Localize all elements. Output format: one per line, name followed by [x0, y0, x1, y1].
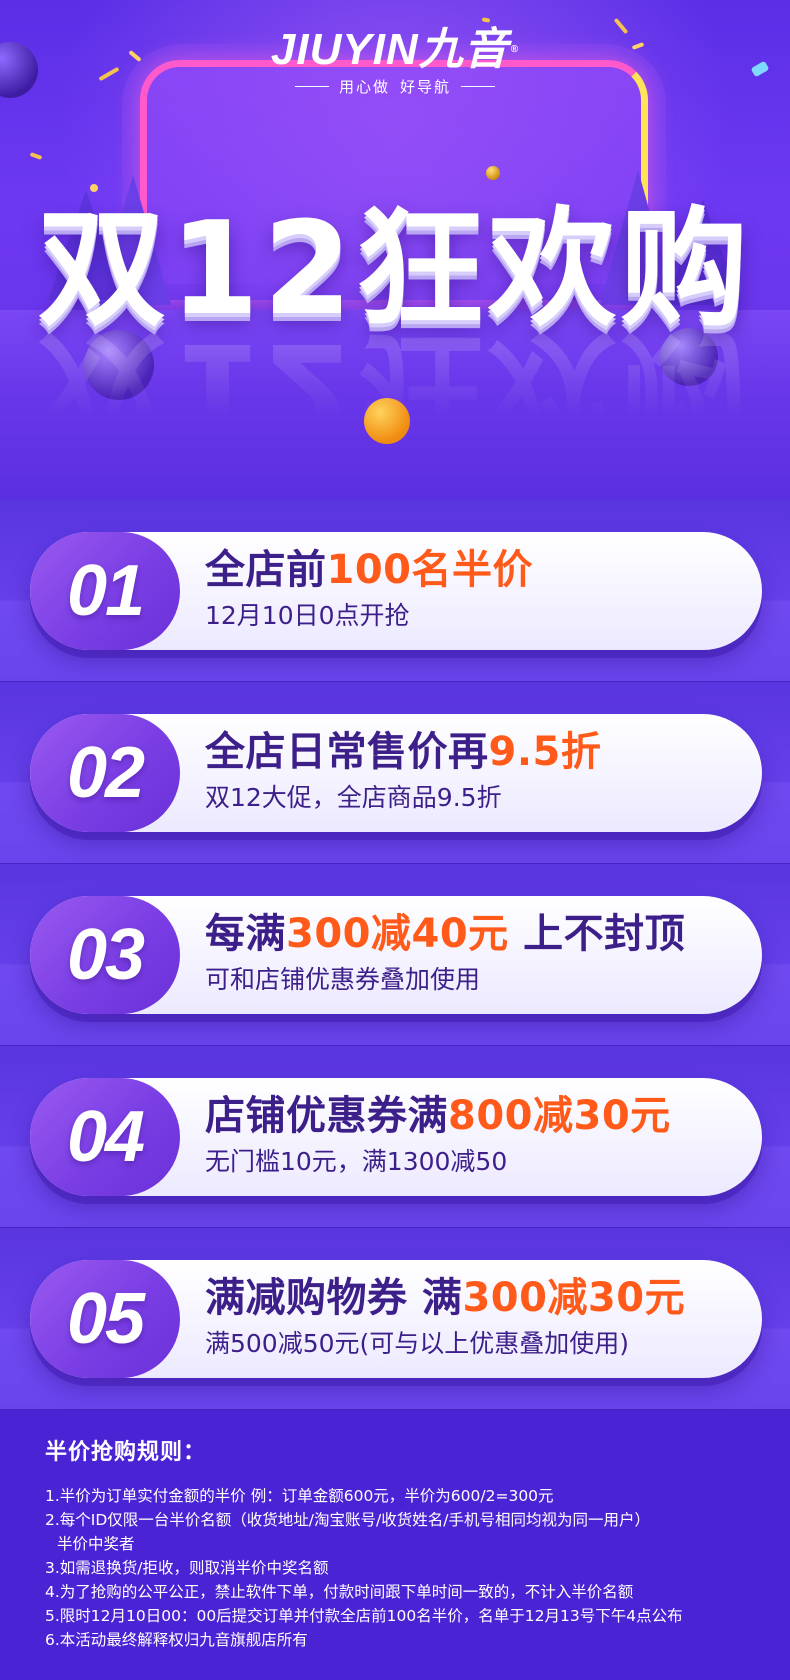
deal-band: 04 店铺优惠券满800减30元 无门槛10元，满1300减50	[0, 1046, 790, 1228]
deal-number-badge: 05	[30, 1260, 180, 1378]
deal-title-highlight: 9.5折	[488, 729, 602, 775]
rule-item: 4.为了抢购的公平公正，禁止软件下单，付款时间跟下单时间一致的，不计入半价名额	[45, 1583, 634, 1601]
decor-ball-gold	[486, 166, 500, 180]
deal-band: 03 每满300减40元 上不封顶 可和店铺优惠券叠加使用	[0, 864, 790, 1046]
brand-tagline: 用心做 好导航	[0, 76, 790, 97]
brand-logo-text: JIUYIN九音	[270, 25, 509, 74]
deal-subtitle: 双12大促，全店商品9.5折	[205, 783, 502, 812]
rule-item: 6.本活动最终解释权归九音旗舰店所有	[45, 1631, 308, 1649]
rules-section: 半价抢购规则： 1.半价为订单实付金额的半价 例：订单金额600元，半价为600…	[0, 1410, 790, 1680]
deal-title: 店铺优惠券满800减30元	[205, 1090, 671, 1142]
deal-subtitle: 可和店铺优惠券叠加使用	[205, 965, 481, 994]
deal-title-highlight: 100名半价	[326, 547, 533, 593]
rule-item: 2.每个ID仅限一台半价名额（收货地址/淘宝账号/收货姓名/手机号相同均视为同一…	[45, 1511, 650, 1529]
deal-title: 满减购物券 满300减30元	[205, 1272, 685, 1324]
deal-title: 每满300减40元 上不封顶	[205, 908, 685, 960]
rule-item: 5.限时12月10日00：00后提交订单并付款全店前100名半价，名单于12月1…	[45, 1607, 683, 1625]
deal-title: 全店前100名半价	[205, 544, 533, 596]
deal-band: 02 全店日常售价再9.5折 双12大促，全店商品9.5折	[0, 682, 790, 864]
deal-card-05[interactable]: 05 满减购物券 满300减30元 满500减50元(可与以上优惠叠加使用)	[30, 1260, 762, 1378]
deal-subtitle: 满500减50元(可与以上优惠叠加使用)	[205, 1329, 630, 1358]
tagline-right: 好导航	[400, 78, 452, 96]
tagline-left: 用心做	[338, 78, 390, 96]
rules-title: 半价抢购规则：	[45, 1440, 207, 1465]
deal-number-badge: 04	[30, 1078, 180, 1196]
deal-title-main: 全店前	[205, 547, 327, 593]
deal-title-highlight: 300减40元	[286, 911, 509, 957]
registered-mark: ®	[510, 44, 520, 55]
rule-item-continuation: 半价中奖者	[57, 1535, 135, 1553]
deal-card-03[interactable]: 03 每满300减40元 上不封顶 可和店铺优惠券叠加使用	[30, 896, 762, 1014]
deal-card-01[interactable]: 01 全店前100名半价 12月10日0点开抢	[30, 532, 762, 650]
brand: JIUYIN九音 ® 用心做 好导航	[0, 26, 790, 97]
tagline-rule	[294, 86, 329, 87]
deal-title-highlight: 800减30元	[448, 1093, 671, 1139]
deal-title-main: 全店日常售价再	[205, 729, 489, 775]
deal-title-tail: 上不封顶	[508, 911, 686, 957]
deal-card-04[interactable]: 04 店铺优惠券满800减30元 无门槛10元，满1300减50	[30, 1078, 762, 1196]
deal-subtitle: 无门槛10元，满1300减50	[205, 1147, 508, 1176]
deal-band: 01 全店前100名半价 12月10日0点开抢	[0, 500, 790, 682]
deal-title-highlight: 300减30元	[462, 1275, 686, 1321]
deal-title: 全店日常售价再9.5折	[205, 726, 601, 778]
deals-section: 01 全店前100名半价 12月10日0点开抢 02 全店日常售价再9.5折 双…	[0, 500, 790, 1410]
deal-title-main: 每满	[205, 911, 286, 957]
deal-subtitle: 12月10日0点开抢	[205, 601, 410, 630]
deal-number-badge: 03	[30, 896, 180, 1014]
deal-number-badge: 02	[30, 714, 180, 832]
hero-title: 双12狂欢购	[37, 195, 753, 344]
brand-logo: JIUYIN九音 ®	[271, 26, 519, 74]
deal-card-02[interactable]: 02 全店日常售价再9.5折 双12大促，全店商品9.5折	[30, 714, 762, 832]
rules-list: 1.半价为订单实付金额的半价 例：订单金额600元，半价为600/2=300元 …	[45, 1484, 775, 1652]
rule-item: 3.如需退换货/拒收，则取消半价中奖名额	[45, 1559, 329, 1577]
deal-title-main: 店铺优惠券满	[205, 1093, 448, 1139]
deal-band: 05 满减购物券 满300减30元 满500减50元(可与以上优惠叠加使用)	[0, 1228, 790, 1410]
confetti	[90, 184, 98, 192]
tagline-rule	[461, 86, 496, 87]
rule-item: 1.半价为订单实付金额的半价 例：订单金额600元，半价为600/2=300元	[45, 1487, 554, 1505]
deal-number-badge: 01	[30, 532, 180, 650]
hero-banner: JIUYIN九音 ® 用心做 好导航 双12狂欢购 双12狂欢购	[0, 0, 790, 500]
deal-title-main: 满减购物券 满	[205, 1275, 463, 1321]
